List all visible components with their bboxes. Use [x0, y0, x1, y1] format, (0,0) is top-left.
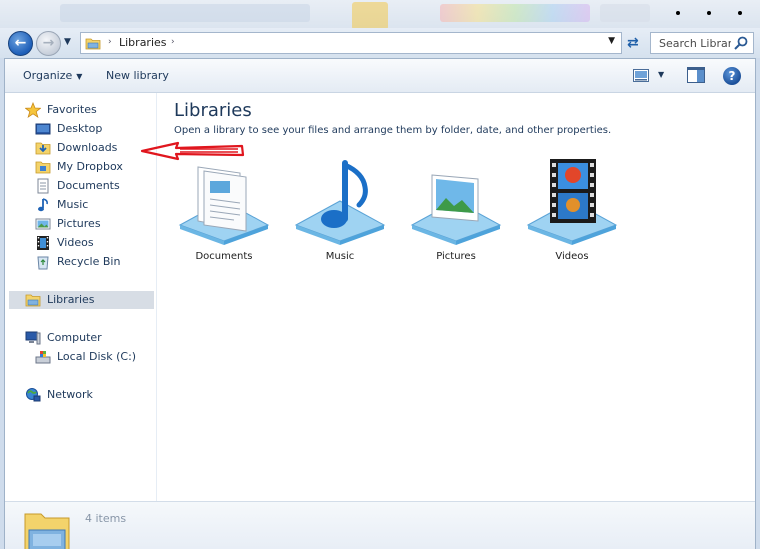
nav-network-label: Network: [47, 388, 93, 401]
library-label: Pictures: [436, 251, 476, 262]
library-videos[interactable]: Videos: [522, 159, 622, 269]
libraries-folder-icon: [25, 294, 41, 307]
library-label: Documents: [195, 251, 253, 262]
library-documents[interactable]: Documents: [174, 159, 274, 269]
recycle-bin-icon: [37, 256, 49, 270]
pictures-library-icon: [410, 174, 502, 245]
videos-library-icon: [526, 159, 618, 245]
nav-item-pictures[interactable]: Pictures: [35, 215, 155, 233]
address-history-dropdown[interactable]: ▼: [608, 36, 615, 46]
dropbox-folder-icon: [35, 161, 51, 174]
nav-item-label: Music: [57, 198, 89, 211]
explorer-window: Organize ▼ New library ▼ ? Favorites Des…: [4, 58, 756, 549]
downloads-folder-icon: [35, 142, 51, 155]
search-icon[interactable]: [733, 35, 749, 51]
nav-libraries-label: Libraries: [47, 293, 95, 306]
library-pictures[interactable]: Pictures: [406, 159, 506, 269]
nav-item-label: Downloads: [57, 141, 118, 154]
item-count: 4 items: [85, 512, 127, 525]
nav-item-recycle-bin[interactable]: Recycle Bin: [35, 253, 155, 271]
new-library-button[interactable]: New library: [106, 69, 169, 82]
search-placeholder: Search Libraries: [659, 37, 731, 50]
libraries-folder-icon: [24, 513, 70, 549]
address-bar[interactable]: › Libraries › ▼: [80, 32, 622, 54]
breadcrumb-separator[interactable]: ›: [171, 37, 175, 47]
computer-icon: [25, 331, 41, 345]
command-bar: Organize ▼ New library ▼ ?: [5, 59, 755, 93]
search-box[interactable]: Search Libraries: [650, 32, 754, 54]
nav-favorites[interactable]: Favorites: [25, 101, 145, 119]
network-icon: [26, 388, 41, 402]
view-options-dropdown[interactable]: ▼: [658, 70, 664, 79]
music-note-icon: [38, 198, 48, 212]
documents-icon: [37, 178, 49, 194]
page-subtitle: Open a library to see your files and arr…: [174, 125, 612, 136]
nav-item-desktop[interactable]: Desktop: [35, 120, 155, 138]
nav-item-label: Videos: [57, 236, 94, 249]
preview-pane-icon[interactable]: [687, 67, 705, 83]
navigation-pane: Favorites Desktop Downloads My Dropbox D…: [5, 93, 157, 501]
nav-item-local-disk[interactable]: Local Disk (C:): [35, 348, 155, 366]
nav-item-label: Recycle Bin: [57, 255, 121, 268]
documents-library-icon: [178, 166, 270, 245]
music-library-icon: [294, 160, 386, 245]
background-window-ribbon: [0, 0, 760, 30]
nav-network[interactable]: Network: [25, 386, 145, 404]
recent-pages-dropdown[interactable]: ▼: [64, 37, 74, 47]
breadcrumb-separator[interactable]: ›: [108, 37, 112, 47]
nav-item-label: Documents: [57, 179, 120, 192]
library-music[interactable]: Music: [290, 159, 390, 269]
page-title: Libraries: [174, 100, 252, 121]
nav-computer-label: Computer: [47, 331, 102, 344]
change-view-icon[interactable]: [633, 69, 649, 82]
breadcrumb-libraries[interactable]: Libraries: [119, 36, 167, 49]
background-dot: [738, 11, 742, 15]
back-button[interactable]: ←: [8, 31, 33, 56]
nav-item-videos[interactable]: Videos: [35, 234, 155, 252]
help-icon[interactable]: ?: [723, 67, 741, 85]
nav-favorites-label: Favorites: [47, 103, 97, 116]
organize-label: Organize: [23, 69, 73, 82]
address-row: ← → ▼ › Libraries › ▼ ⇄ Search Libraries: [0, 28, 760, 58]
annotation-arrow-icon: [140, 141, 245, 161]
pictures-icon: [35, 218, 51, 230]
details-pane: 4 items: [5, 501, 755, 549]
nav-item-music[interactable]: Music: [35, 196, 155, 214]
background-dot: [707, 11, 711, 15]
desktop-icon: [35, 123, 51, 135]
library-label: Videos: [555, 251, 589, 262]
refresh-icon[interactable]: ⇄: [627, 35, 643, 51]
nav-item-label: Local Disk (C:): [57, 350, 137, 363]
star-icon: [25, 102, 41, 118]
nav-item-label: Pictures: [57, 217, 101, 230]
forward-button[interactable]: →: [36, 31, 61, 56]
libraries-folder-icon: [85, 38, 101, 50]
nav-item-documents[interactable]: Documents: [35, 177, 155, 195]
background-dot: [676, 11, 680, 15]
nav-item-downloads[interactable]: Downloads: [35, 139, 155, 157]
local-disk-icon: [35, 351, 51, 364]
nav-computer[interactable]: Computer: [25, 329, 145, 347]
nav-item-label: Desktop: [57, 122, 103, 135]
chevron-down-icon: ▼: [76, 72, 83, 81]
nav-item-label: My Dropbox: [57, 160, 123, 173]
film-icon: [37, 236, 49, 250]
nav-libraries[interactable]: Libraries: [9, 291, 154, 309]
nav-item-my-dropbox[interactable]: My Dropbox: [35, 158, 155, 176]
organize-button[interactable]: Organize ▼: [23, 69, 82, 82]
library-label: Music: [325, 251, 355, 262]
